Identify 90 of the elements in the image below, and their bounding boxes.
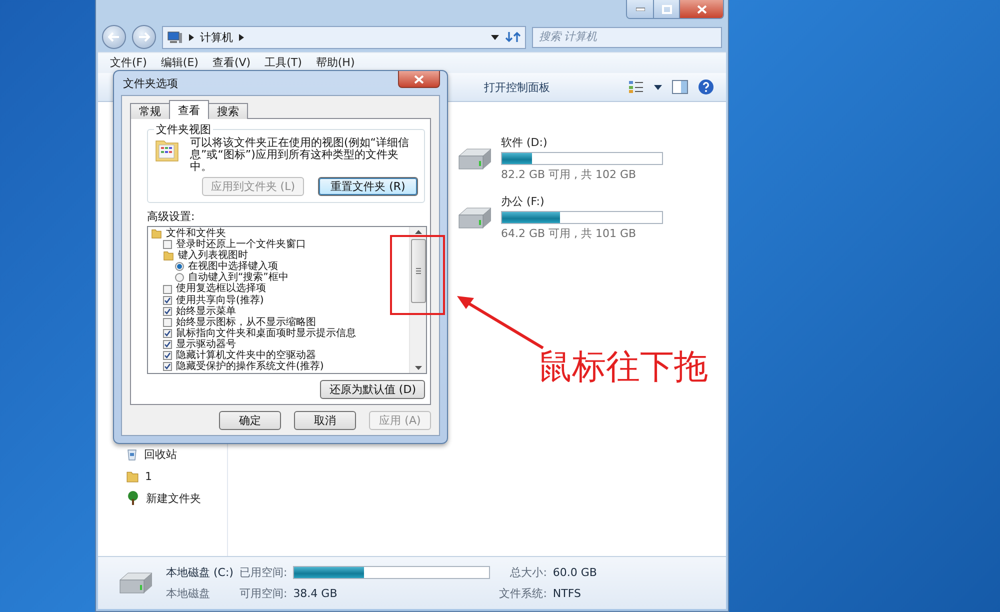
maximize-icon — [662, 4, 672, 14]
checkbox[interactable] — [163, 240, 172, 250]
drive-name[interactable]: 软件 (D:) — [501, 135, 663, 150]
back-button[interactable] — [102, 25, 126, 49]
checkbox[interactable] — [163, 284, 172, 294]
minimize-button[interactable] — [627, 0, 653, 18]
address-bar[interactable]: 计算机 — [162, 26, 526, 48]
description-text: 可以将该文件夹正在使用的视图(例如“详细信息”或“图标”)应用到所有这种类型的文件夹中。 — [190, 137, 410, 173]
option-label: 在视图中选择键入项 — [188, 261, 278, 272]
preview-pane-icon[interactable] — [672, 80, 688, 94]
drive-space: 64.2 GB 可用 , 共 101 GB — [501, 226, 638, 241]
nav-item[interactable]: 回收站 — [144, 446, 177, 462]
dropdown-caret-icon[interactable] — [491, 34, 499, 40]
dialog-button[interactable]: 重置文件夹 (R) — [318, 177, 418, 196]
option-label: 隐藏计算机文件夹中的空驱动器 — [176, 350, 316, 362]
option-label: 鼠标指向文件夹和桌面项时显示提示信息 — [176, 328, 356, 339]
dialog-button[interactable]: 取消 — [294, 411, 356, 430]
field-label: 可用空间: — [239, 586, 288, 601]
menu-item[interactable]: 文件(F) — [110, 55, 147, 71]
field-value: 60.0 GB — [552, 566, 597, 579]
scroll-up-icon[interactable] — [414, 229, 422, 235]
option-label: 键入列表视图时 — [178, 250, 248, 262]
refresh-icon[interactable] — [505, 30, 521, 44]
radio-button[interactable] — [175, 262, 184, 272]
tree-icon — [126, 491, 140, 505]
folder-icon — [151, 228, 162, 240]
bin-icon — [126, 448, 138, 460]
checkbox[interactable] — [163, 328, 172, 338]
drive-name: 本地磁盘 (C:) — [166, 565, 234, 580]
tab[interactable]: 查看 — [169, 100, 209, 119]
chevron-icon — [239, 34, 244, 40]
section-label: 高级设置: — [147, 209, 196, 224]
checkbox[interactable] — [163, 306, 172, 316]
option-label: 始终显示图标，从不显示缩略图 — [176, 316, 316, 328]
view-options-icon[interactable] — [628, 80, 644, 94]
nav-item[interactable]: 新建文件夹 — [146, 490, 201, 506]
minimize-icon — [636, 7, 644, 11]
close-icon — [414, 74, 424, 84]
checkbox[interactable] — [163, 340, 172, 349]
menu-item[interactable]: 查看(V) — [212, 55, 251, 71]
maximize-button[interactable] — [653, 0, 679, 18]
breadcrumb[interactable]: 计算机 — [200, 30, 233, 44]
close-button[interactable] — [398, 71, 440, 88]
forward-arrow-icon — [138, 32, 150, 42]
nav-item[interactable]: 1 — [145, 470, 152, 482]
tab[interactable]: 搜索 — [208, 103, 248, 119]
drive-name[interactable]: 办公 (F:) — [501, 194, 663, 209]
search-field[interactable]: 搜索 计算机 — [532, 26, 722, 48]
checkbox[interactable] — [163, 318, 172, 327]
help-icon[interactable] — [698, 79, 714, 95]
menu-item[interactable]: 编辑(E) — [160, 55, 198, 71]
menu-item[interactable]: 工具(T) — [264, 55, 302, 71]
option-label: 使用共享向导(推荐) — [176, 294, 264, 306]
drive-space: 82.2 GB 可用 , 共 102 GB — [501, 167, 638, 182]
option-label: 自动键入到“搜索”框中 — [188, 272, 288, 284]
option-label: 隐藏受保护的操作系统文件(推荐) — [176, 361, 324, 372]
dialog-button[interactable]: 确定 — [219, 411, 281, 430]
back-arrow-icon — [108, 32, 120, 42]
field-label: 文件系统: — [499, 586, 547, 601]
drive-type: 本地磁盘 — [166, 586, 211, 601]
dialog-title: 文件夹选项 — [122, 76, 178, 91]
toolbar-button[interactable]: 打开控制面板 — [478, 76, 556, 98]
scrollbar[interactable] — [409, 227, 426, 373]
folder-icon — [163, 250, 174, 262]
folder-icon — [126, 470, 139, 482]
option-label: 使用复选框以选择项 — [176, 283, 266, 294]
checkbox[interactable] — [163, 351, 172, 360]
chevron-icon — [189, 34, 194, 40]
option-label: 文件和文件夹 — [166, 228, 226, 239]
menu-item[interactable]: 帮助(H) — [316, 55, 355, 71]
group-title: 文件夹视图 — [155, 122, 212, 137]
tab[interactable]: 常规 — [130, 103, 170, 119]
option-label: 登录时还原上一个文件夹窗口 — [176, 239, 306, 250]
computer-icon — [167, 30, 183, 44]
annotation-text: 鼠标往下拖 — [538, 346, 708, 389]
caret-icon[interactable] — [654, 84, 662, 90]
close-button[interactable] — [679, 0, 723, 18]
restore-defaults-button[interactable]: 还原为默认值 (D) — [320, 380, 425, 399]
field-value: 38.4 GB — [293, 587, 338, 600]
option-label: 始终显示菜单 — [176, 306, 236, 317]
close-icon — [696, 4, 706, 14]
scroll-thumb[interactable] — [410, 239, 426, 303]
checkbox[interactable] — [163, 296, 172, 305]
field-value: NTFS — [552, 587, 582, 600]
field-label: 已用空间: — [239, 565, 288, 580]
option-label: 显示驱动器号 — [176, 338, 236, 350]
forward-button[interactable] — [132, 25, 156, 49]
radio-button[interactable] — [175, 273, 184, 282]
field-label: 总大小: — [509, 565, 547, 580]
checkbox[interactable] — [163, 362, 172, 372]
